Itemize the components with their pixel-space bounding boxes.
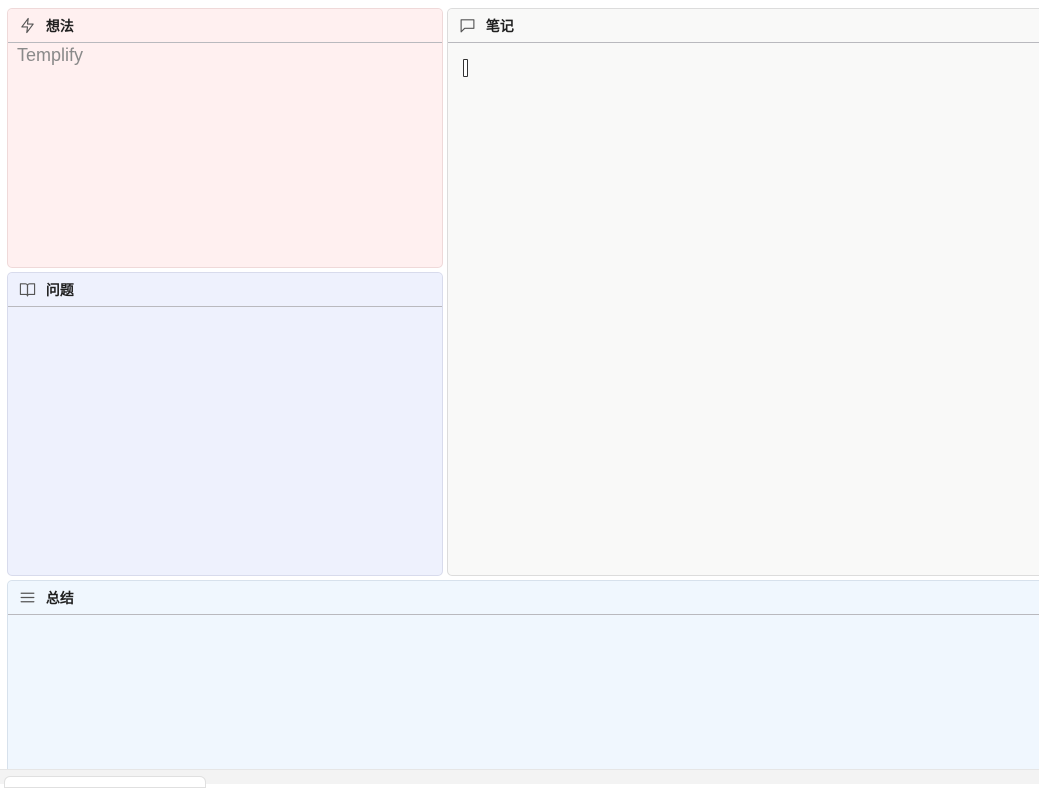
bottom-tab[interactable] bbox=[4, 776, 206, 788]
questions-panel-header: 问题 bbox=[8, 273, 442, 307]
notes-panel-title: 笔记 bbox=[486, 18, 514, 35]
notes-editor[interactable] bbox=[448, 43, 1039, 575]
questions-panel-title: 问题 bbox=[46, 282, 74, 299]
notes-panel: 笔记 bbox=[447, 8, 1039, 576]
ideas-panel-header: 想法 bbox=[8, 9, 442, 43]
summary-panel: 总结 bbox=[7, 580, 1039, 780]
ideas-placeholder: Templify bbox=[17, 45, 84, 65]
book-icon bbox=[19, 281, 36, 298]
questions-panel: 问题 bbox=[7, 272, 443, 576]
ideas-panel-title: 想法 bbox=[46, 18, 74, 35]
ideas-panel: 想法 Templify bbox=[7, 8, 443, 268]
lightning-icon bbox=[19, 17, 36, 34]
summary-editor[interactable] bbox=[8, 615, 1039, 779]
comment-icon bbox=[459, 17, 476, 34]
questions-editor[interactable] bbox=[8, 307, 442, 575]
text-cursor bbox=[463, 59, 468, 77]
summary-panel-title: 总结 bbox=[46, 590, 74, 607]
notes-panel-header: 笔记 bbox=[448, 9, 1039, 43]
ideas-editor[interactable]: Templify bbox=[8, 43, 442, 267]
summary-panel-header: 总结 bbox=[8, 581, 1039, 615]
menu-lines-icon bbox=[19, 589, 36, 606]
